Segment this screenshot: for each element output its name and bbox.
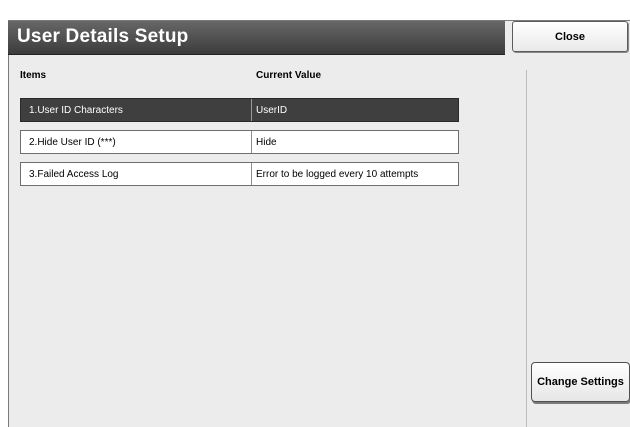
close-button[interactable]: Close <box>512 21 628 52</box>
change-settings-button[interactable]: Change Settings <box>531 362 630 402</box>
row-current-value: UserID <box>251 99 458 121</box>
row-item-label: 2.Hide User ID (***) <box>29 136 116 148</box>
title-bar: User Details Setup <box>8 21 505 55</box>
current-value-column-header: Current Value <box>256 70 322 81</box>
row-item-label: 1.User ID Characters <box>29 104 123 116</box>
page-title: User Details Setup <box>17 26 189 47</box>
items-column-header: Items <box>20 70 47 81</box>
row-current-value: Error to be logged every 10 attempts <box>251 163 458 185</box>
table-row-hide-user-id[interactable]: 2.Hide User ID (***) Hide <box>20 130 459 154</box>
row-item-label: 3.Failed Access Log <box>29 168 119 180</box>
table-row-failed-access-log[interactable]: 3.Failed Access Log Error to be logged e… <box>20 162 459 186</box>
screen: User Details Setup Close Items Current V… <box>0 0 630 427</box>
row-current-value: Hide <box>251 131 458 153</box>
panel-divider <box>526 70 527 427</box>
table-row-user-id-characters[interactable]: 1.User ID Characters UserID <box>20 98 459 122</box>
